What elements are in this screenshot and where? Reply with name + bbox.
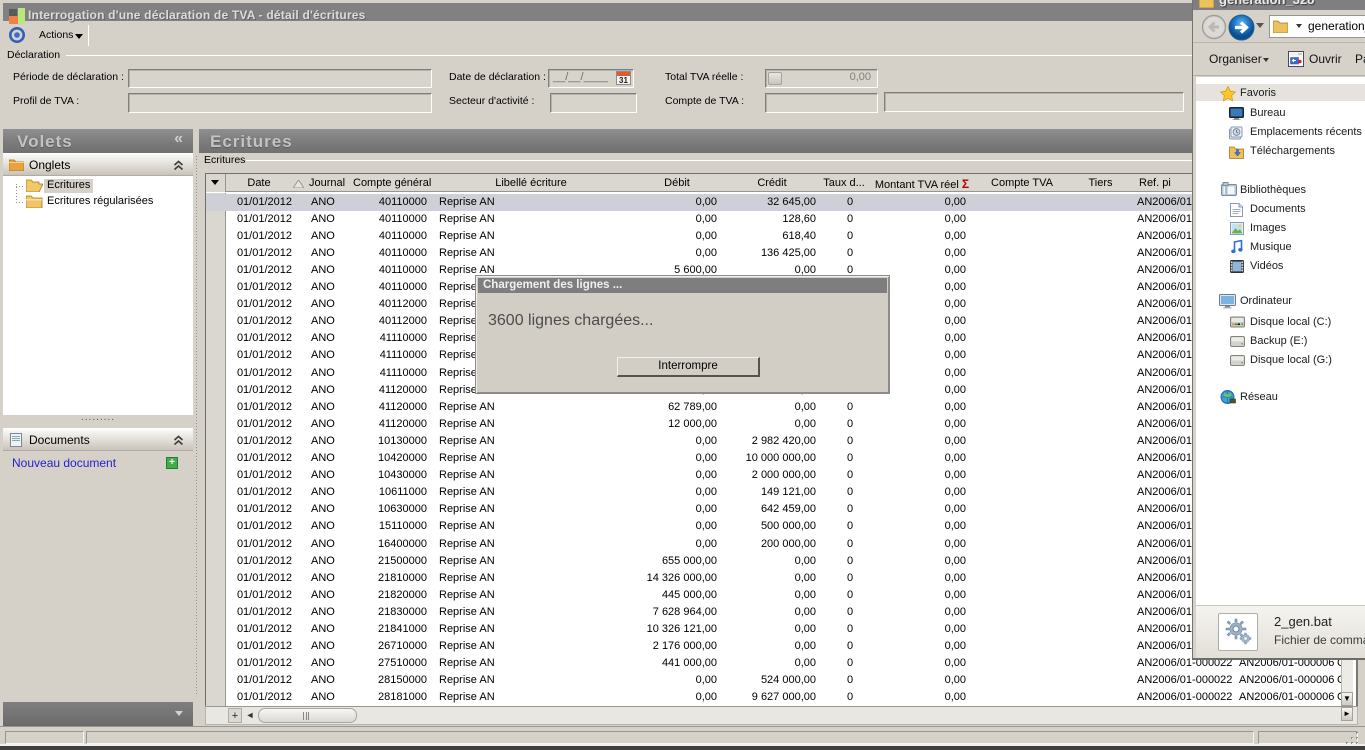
svg-text:31: 31: [619, 76, 628, 85]
